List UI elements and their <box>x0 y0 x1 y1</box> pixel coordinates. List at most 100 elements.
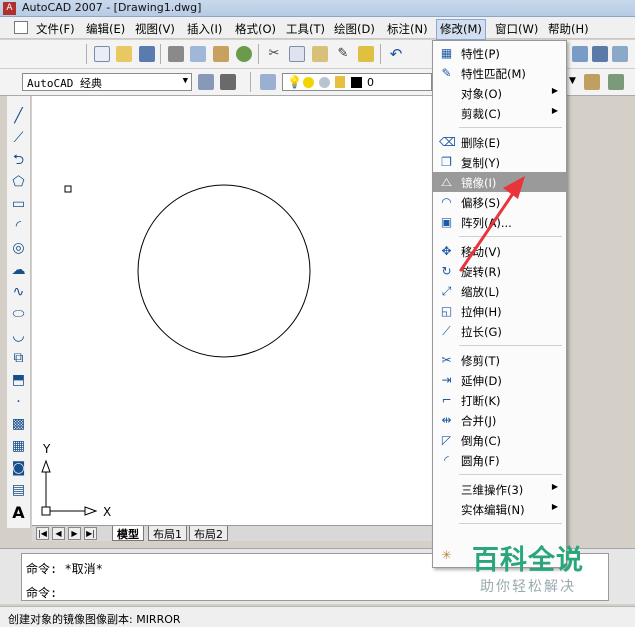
menu-item-solid-editing[interactable]: 实体编辑(N) ▶ <box>433 499 566 519</box>
ellipse-arc-icon[interactable]: ◡ <box>10 328 27 345</box>
my-workspace-icon[interactable] <box>220 74 236 90</box>
menu-item-lengthen[interactable]: ⟋ 拉长(G) <box>433 321 566 341</box>
sheet-set-icon[interactable] <box>572 46 588 62</box>
tab-layout1[interactable]: 布局1 <box>148 526 187 541</box>
print-icon[interactable] <box>168 46 184 62</box>
menu-item-fillet[interactable]: ◜ 圆角(F) <box>433 450 566 470</box>
drawing-canvas[interactable]: Y X <box>32 96 464 526</box>
menu-draw[interactable]: 绘图(D) <box>334 21 375 37</box>
undo-icon[interactable]: ↶ <box>388 45 404 63</box>
menu-item-array[interactable]: ▣ 阵列(A)... <box>433 212 566 232</box>
layer-select[interactable]: 💡 0 <box>282 73 432 91</box>
chevron-down-icon[interactable]: ▼ <box>569 76 576 86</box>
menu-item-scale[interactable]: ⤢ 缩放(L) <box>433 281 566 301</box>
table-icon[interactable]: ▤ <box>10 482 27 499</box>
polygon-icon[interactable]: ⬠ <box>10 174 27 191</box>
workspace-value: AutoCAD 经典 <box>27 77 102 90</box>
menu-item-mirror[interactable]: ⧍ 镜像(I) <box>433 172 566 192</box>
copy-clip-icon[interactable] <box>289 46 305 62</box>
document-icon[interactable] <box>14 21 28 34</box>
line-icon[interactable]: ╱ <box>10 108 27 125</box>
open-icon[interactable] <box>116 46 132 62</box>
spline-icon[interactable]: ∿ <box>10 284 27 301</box>
menu-insert[interactable]: 插入(I) <box>187 21 222 37</box>
menu-item-offset[interactable]: ◠ 偏移(S) <box>433 192 566 212</box>
revision-cloud-icon[interactable]: ☁ <box>10 262 27 279</box>
menu-format[interactable]: 格式(O) <box>235 21 276 37</box>
menu-item-3d-operations[interactable]: 三维操作(3) ▶ <box>433 479 566 499</box>
ellipse-icon[interactable]: ⬭ <box>10 306 27 323</box>
status-text: 创建对象的镜像图像副本: MIRROR <box>8 613 181 626</box>
menu-tools[interactable]: 工具(T) <box>286 21 325 37</box>
menu-item-rotate[interactable]: ↻ 旋转(R) <box>433 261 566 281</box>
rectangle-icon[interactable]: ▭ <box>10 196 27 213</box>
menu-item-chamfer[interactable]: ◸ 倒角(C) <box>433 430 566 450</box>
scale-icon: ⤢ <box>441 284 452 298</box>
menu-edit[interactable]: 编辑(E) <box>86 21 125 37</box>
menu-item-properties[interactable]: ▦ 特性(P) <box>433 43 566 63</box>
menu-item-stretch[interactable]: ◱ 拉伸(H) <box>433 301 566 321</box>
multiline-text-icon[interactable]: A <box>10 504 27 521</box>
break-icon: ⌐ <box>441 393 452 407</box>
menu-item-trim[interactable]: ✂ 修剪(T) <box>433 350 566 370</box>
save-icon[interactable] <box>139 46 155 62</box>
calculator-icon[interactable] <box>612 46 628 62</box>
status-bar: 创建对象的镜像图像副本: MIRROR <box>0 606 635 627</box>
block-editor-icon[interactable] <box>358 46 374 62</box>
next-tab-icon[interactable]: ▶ <box>68 527 81 540</box>
tab-model[interactable]: 模型 <box>112 526 144 541</box>
circle-icon[interactable]: ◎ <box>10 240 27 257</box>
layer-match-icon[interactable] <box>608 74 624 90</box>
watermark-title: 百科全说 <box>472 545 584 576</box>
3d-publish-icon[interactable] <box>236 46 252 62</box>
tab-layout2[interactable]: 布局2 <box>189 526 228 541</box>
publish-icon[interactable] <box>213 46 229 62</box>
menu-item-extend[interactable]: ⇥ 延伸(D) <box>433 370 566 390</box>
ucs-origin-box <box>41 506 51 516</box>
first-tab-icon[interactable]: |◀ <box>36 527 49 540</box>
new-icon[interactable] <box>94 46 110 62</box>
chamfer-icon: ◸ <box>441 433 452 447</box>
rotate-icon: ↻ <box>441 264 452 278</box>
markup-icon[interactable] <box>592 46 608 62</box>
workspace-settings-icon[interactable] <box>198 74 214 90</box>
ucs-y-arrow <box>41 459 51 473</box>
menu-item-break[interactable]: ⌐ 打断(K) <box>433 390 566 410</box>
menu-item-match-properties[interactable]: ✎ 特性匹配(M) <box>433 63 566 83</box>
fillet-icon: ◜ <box>444 453 449 467</box>
last-tab-icon[interactable]: ▶| <box>84 527 97 540</box>
menu-item-erase[interactable]: ⌫ 删除(E) <box>433 132 566 152</box>
drawn-circle[interactable] <box>137 184 311 358</box>
menu-item-clip[interactable]: 剪裁(C) ▶ <box>433 103 566 123</box>
menu-item-object[interactable]: 对象(O) ▶ <box>433 83 566 103</box>
menu-view[interactable]: 视图(V) <box>135 21 175 37</box>
menu-modify[interactable]: 修改(M) <box>436 19 486 40</box>
construction-line-icon[interactable]: ⟋ <box>10 130 27 147</box>
layout-tabs: |◀ ◀ ▶ ▶| 模型 布局1 布局2 <box>32 525 464 541</box>
make-block-icon[interactable]: ⬒ <box>10 372 27 389</box>
paste-icon[interactable] <box>312 46 328 62</box>
menu-item-copy[interactable]: ❐ 复制(Y) <box>433 152 566 172</box>
menu-window[interactable]: 窗口(W) <box>495 21 538 37</box>
lengthen-icon: ⟋ <box>442 324 451 338</box>
match-prop-icon[interactable]: ✎ <box>335 46 351 62</box>
workspace-select[interactable]: AutoCAD 经典 ▼ <box>22 73 192 91</box>
region-icon[interactable]: ◙ <box>10 460 27 477</box>
menu-dimension[interactable]: 标注(N) <box>387 21 428 37</box>
menu-file[interactable]: 文件(F) <box>36 21 75 37</box>
gradient-icon[interactable]: ▦ <box>10 438 27 455</box>
menu-help[interactable]: 帮助(H) <box>548 21 589 37</box>
hatch-icon[interactable]: ▩ <box>10 416 27 433</box>
menu-bar: 文件(F) 编辑(E) 视图(V) 插入(I) 格式(O) 工具(T) 绘图(D… <box>0 17 635 40</box>
cut-icon[interactable]: ✂ <box>266 46 282 62</box>
layer-properties-icon[interactable] <box>260 74 276 90</box>
menu-item-move[interactable]: ✥ 移动(V) <box>433 241 566 261</box>
print-preview-icon[interactable] <box>190 46 206 62</box>
polyline-icon[interactable]: ⮌ <box>10 152 27 169</box>
menu-item-join[interactable]: ⇹ 合并(J) <box>433 410 566 430</box>
insert-block-icon[interactable]: ⧉ <box>10 350 27 367</box>
prev-tab-icon[interactable]: ◀ <box>52 527 65 540</box>
point-icon[interactable]: · <box>10 394 27 411</box>
arc-icon[interactable]: ◜ <box>10 218 27 235</box>
layer-previous-icon[interactable] <box>584 74 600 90</box>
